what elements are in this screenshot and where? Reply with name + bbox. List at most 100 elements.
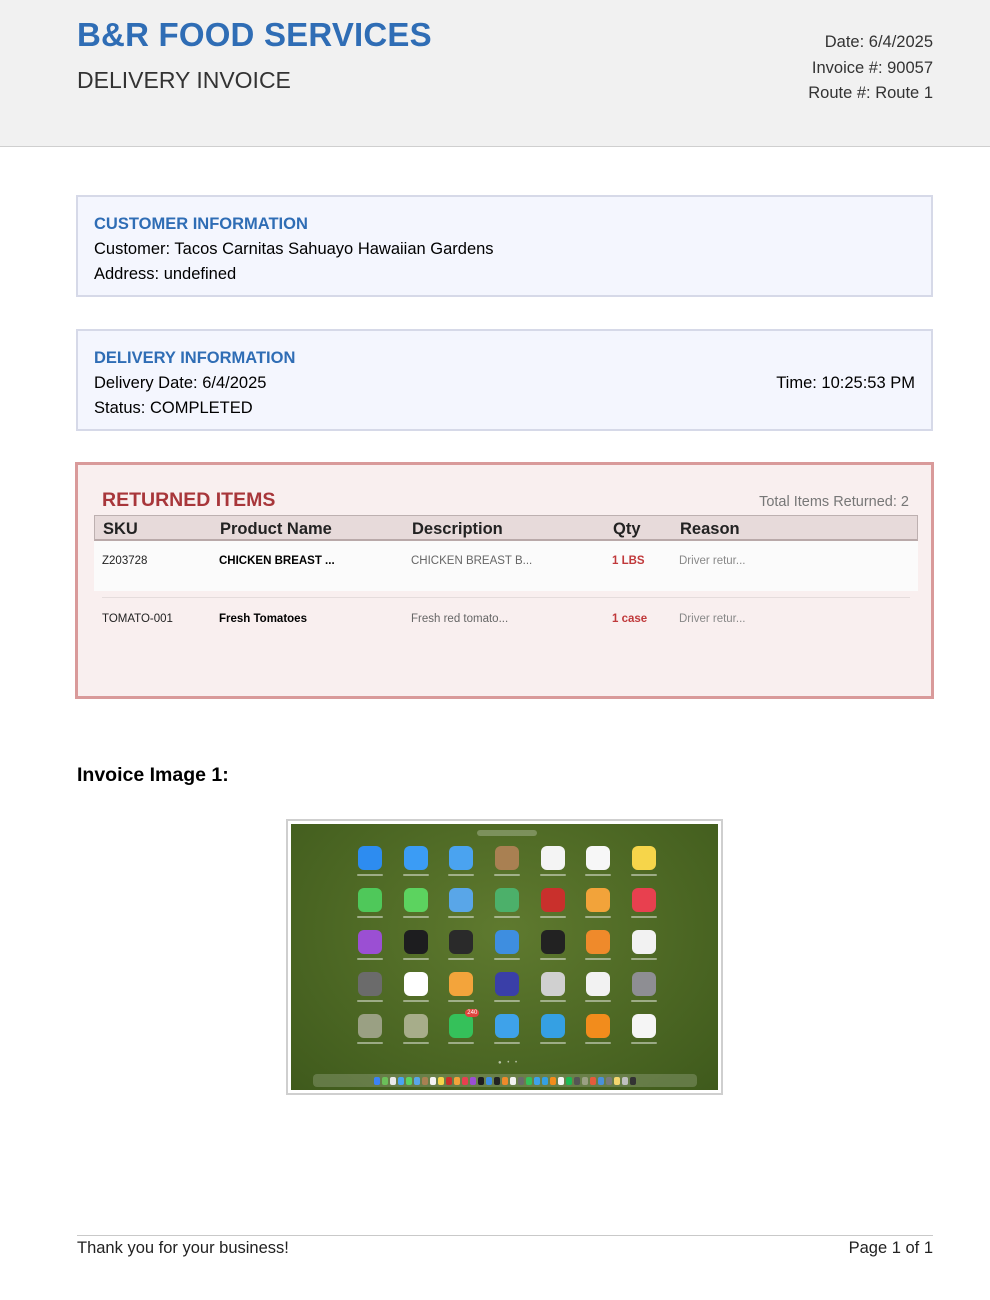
app-label — [448, 874, 475, 876]
dock-app-icon — [493, 1076, 501, 1085]
app-tile — [621, 972, 667, 1014]
messages-icon — [403, 888, 428, 912]
dock-app-icon — [589, 1076, 597, 1085]
delivery-status: Status: COMPLETED — [94, 399, 253, 417]
app-tile — [484, 846, 530, 888]
dock-app-icon — [517, 1076, 525, 1085]
column-header-sku: SKU — [103, 520, 138, 538]
facetime-icon — [357, 888, 382, 912]
dock-app-icon — [469, 1076, 477, 1085]
returned-items-section: RETURNED ITEMS Total Items Returned: 2 S… — [75, 462, 934, 699]
app-tile — [393, 1014, 439, 1056]
books-icon — [586, 930, 611, 954]
invoice-meta: Date: 6/4/2025 Invoice #: 90057 Route #:… — [808, 30, 933, 107]
app-tile — [621, 1014, 667, 1056]
app-label — [356, 916, 383, 918]
row-reason: Driver retur... — [679, 613, 746, 625]
app-label — [402, 1042, 429, 1044]
dock-app-icon — [621, 1076, 629, 1085]
maps-icon — [449, 888, 474, 912]
safari-icon — [403, 846, 428, 870]
dock-app-icon — [509, 1076, 517, 1085]
dock-app-icon — [525, 1076, 533, 1085]
app-tile — [621, 930, 667, 972]
dock-app-icon — [629, 1076, 637, 1085]
footer-thanks: Thank you for your business! — [77, 1239, 289, 1257]
column-header-reason: Reason — [680, 520, 740, 538]
launchpad-app-grid: 240 — [347, 846, 667, 1056]
app-tile — [393, 930, 439, 972]
customer-address: Address: undefined — [94, 265, 237, 283]
app-tile — [530, 846, 576, 888]
dock-app-icon — [389, 1076, 397, 1085]
delivery-info-title: DELIVERY INFORMATION — [94, 349, 296, 367]
music-icon — [632, 888, 657, 912]
footer-divider — [77, 1235, 933, 1236]
launchpad-screenshot: 240 ● • • — [291, 824, 718, 1090]
app-tile — [347, 1014, 393, 1056]
invoice-image-heading: Invoice Image 1: — [77, 764, 229, 786]
home-icon — [449, 972, 474, 996]
dock-app-icon — [373, 1076, 381, 1085]
voice-memos-icon — [449, 930, 474, 954]
row-divider — [102, 597, 910, 598]
app-label — [539, 874, 566, 876]
dock-app-icon — [613, 1076, 621, 1085]
find-my-icon — [494, 888, 519, 912]
app-tile — [621, 888, 667, 930]
app-tile — [347, 888, 393, 930]
dock-app-icon — [597, 1076, 605, 1085]
row-description: CHICKEN BREAST B... — [411, 555, 533, 567]
customer-info-title: CUSTOMER INFORMATION — [94, 215, 308, 233]
iphone-mirroring-icon — [540, 972, 565, 996]
notes-icon — [632, 846, 657, 870]
dock-app-icon — [605, 1076, 613, 1085]
app-label — [448, 1042, 475, 1044]
dock-app-icon — [461, 1076, 469, 1085]
app-label — [539, 1042, 566, 1044]
dock-app-icon — [541, 1076, 549, 1085]
app-tile — [484, 888, 530, 930]
document-type: DELIVERY INVOICE — [77, 67, 291, 93]
dock-app-icon — [381, 1076, 389, 1085]
weather-icon — [494, 930, 519, 954]
app-tile — [576, 888, 622, 930]
dock-app-icon — [573, 1076, 581, 1085]
freeform-icon — [403, 972, 428, 996]
row-sku: Z203728 — [102, 555, 148, 567]
app-label — [448, 916, 475, 918]
dock-app-icon — [557, 1076, 565, 1085]
clock-icon — [632, 930, 657, 954]
calculator-icon — [357, 972, 382, 996]
app-tile — [347, 846, 393, 888]
delivery-info-section: DELIVERY INFORMATION Delivery Date: 6/4/… — [76, 329, 933, 431]
app-tile — [438, 930, 484, 972]
app-label — [585, 958, 612, 960]
dock — [313, 1074, 697, 1087]
customer-info-section: CUSTOMER INFORMATION Customer: Tacos Car… — [76, 195, 933, 297]
whatsapp-badge: 240 — [465, 1009, 480, 1017]
app-tile — [530, 972, 576, 1014]
app-label — [356, 1042, 383, 1044]
invoice-number: Invoice #: 90057 — [811, 58, 933, 77]
tv-icon — [403, 930, 428, 954]
row-product-name: Fresh Tomatoes — [219, 613, 307, 625]
app-tile — [393, 888, 439, 930]
app-tile: 240 — [438, 1009, 484, 1056]
app-tile — [393, 972, 439, 1014]
passwords-icon — [586, 972, 611, 996]
app-label — [402, 1000, 429, 1002]
page-number: Page 1 of 1 — [848, 1239, 933, 1257]
app-label — [631, 1042, 658, 1044]
dock-app-icon — [453, 1076, 461, 1085]
telegram-icon — [540, 1014, 565, 1038]
dock-app-icon — [485, 1076, 493, 1085]
column-header-qty: Qty — [613, 520, 641, 538]
app-label — [493, 958, 520, 960]
app-label — [585, 1042, 612, 1044]
photo-booth-icon — [540, 888, 565, 912]
app-label — [631, 874, 658, 876]
delivery-date: Delivery Date: 6/4/2025 — [94, 374, 267, 392]
contacts-icon — [494, 846, 519, 870]
app-tile — [530, 930, 576, 972]
